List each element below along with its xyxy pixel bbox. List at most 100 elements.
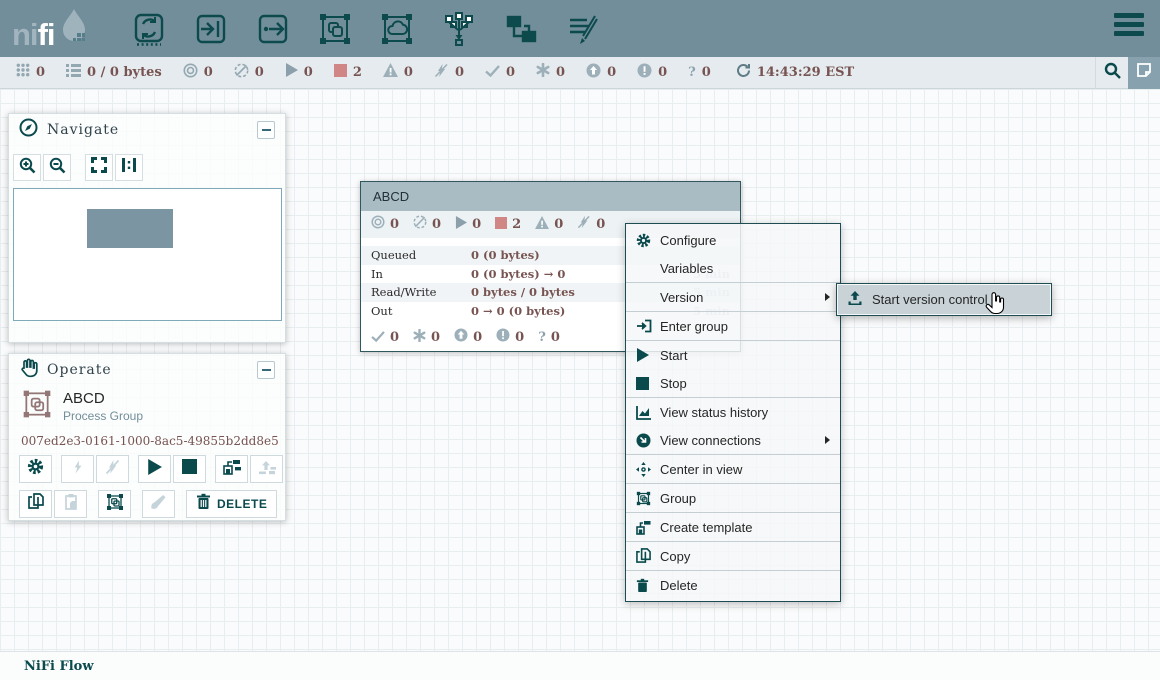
process-group-tool-icon[interactable] (317, 10, 353, 48)
delete-button-label: DELETE (217, 497, 267, 511)
menu-item-start[interactable]: Start (626, 341, 840, 369)
logo-text-fi: fi (38, 19, 55, 50)
processor-tool-icon[interactable] (131, 10, 167, 48)
import-from-registry-button[interactable] (215, 455, 248, 483)
paste-icon (63, 493, 79, 515)
group-button[interactable] (98, 490, 131, 518)
output-port-tool-icon[interactable] (255, 10, 291, 48)
pg-stat-not-transmitting: 0 (413, 215, 441, 234)
template-tool-icon[interactable] (503, 10, 539, 48)
navigate-collapse-button[interactable] (257, 121, 275, 139)
not-transmitting-icon (413, 215, 427, 234)
zoom-actual-size-button[interactable] (115, 154, 143, 181)
menu-item-variables[interactable]: Variables (626, 254, 840, 282)
copy-icon (28, 493, 44, 515)
stop-icon (182, 459, 197, 479)
status-queued: 0 / 0 bytes (66, 64, 162, 82)
delete-button[interactable]: DELETE (186, 490, 277, 518)
enable-button[interactable] (61, 455, 94, 483)
zoom-fit-button[interactable] (85, 154, 113, 181)
menu-item-group[interactable]: Group (626, 484, 840, 512)
sync-failure-icon: ? (688, 65, 696, 80)
disable-button[interactable] (96, 455, 129, 483)
gear-icon (27, 458, 44, 480)
menu-item-version[interactable]: Version (626, 283, 840, 311)
menu-item-configure[interactable]: Configure (626, 226, 840, 254)
running-icon (455, 216, 467, 234)
actual-size-icon (121, 157, 137, 178)
transmitting-icon (183, 63, 198, 83)
pg-footer-locally-modified: 0 (413, 329, 440, 347)
menu-item-copy[interactable]: Copy (626, 542, 840, 570)
breadcrumb-root[interactable]: NiFi Flow (24, 659, 94, 674)
registry-import-icon (223, 459, 241, 480)
zoom-out-button[interactable] (43, 154, 71, 181)
play-icon (636, 348, 660, 362)
compass-icon (19, 118, 38, 142)
navigate-palette: Navigate (8, 113, 286, 343)
version-submenu: Start version control (836, 283, 1052, 316)
queued-icon (66, 64, 81, 82)
up-to-date-icon (485, 64, 500, 82)
invalid-icon (383, 63, 398, 82)
menu-item-enter-group[interactable]: Enter group (626, 312, 840, 340)
locally-modified-icon (413, 329, 426, 347)
menu-item-view-status-history[interactable]: View status history (626, 398, 840, 426)
navigate-buttons (13, 154, 285, 181)
center-in-view-icon (636, 462, 660, 477)
process-group-name: ABCD (373, 189, 409, 204)
menu-item-view-connections[interactable]: View connections (626, 426, 840, 454)
navigate-title: Navigate (47, 122, 119, 138)
menu-item-center-in-view[interactable]: Center in view (626, 455, 840, 483)
birdseye-toggle-button[interactable] (1128, 57, 1160, 89)
status-refresh[interactable]: 14:43:29 EST (736, 63, 854, 83)
search-button[interactable] (1095, 57, 1128, 89)
registry-upload-icon (258, 459, 276, 480)
pg-footer-sync-failure: ? 0 (538, 330, 560, 345)
lightning-slash-icon (105, 459, 120, 480)
trash-icon (636, 578, 660, 593)
navigate-header: Navigate (9, 114, 285, 146)
menu-item-stop[interactable]: Stop (626, 369, 840, 397)
upload-icon (847, 290, 863, 309)
status-not-transmitting: 0 (234, 63, 264, 83)
paintbrush-icon (150, 494, 167, 515)
input-port-tool-icon[interactable] (193, 10, 229, 48)
pg-stat-invalid: 0 (535, 216, 563, 234)
operate-selection: ABCD Process Group (21, 388, 275, 425)
copy-button[interactable] (19, 490, 52, 518)
menu-item-start-version-control[interactable]: Start version control (838, 285, 1050, 314)
global-menu-button[interactable] (1114, 13, 1144, 36)
fill-color-button[interactable] (142, 490, 175, 518)
trash-icon (196, 493, 211, 515)
funnel-tool-icon[interactable] (441, 10, 477, 48)
label-tool-icon[interactable] (565, 10, 601, 48)
configure-button[interactable] (19, 455, 52, 483)
chart-icon (636, 405, 660, 420)
remote-process-group-tool-icon[interactable] (379, 10, 415, 48)
locally-modified-icon (536, 63, 550, 82)
stop-button[interactable] (173, 455, 206, 483)
lightning-icon (71, 459, 85, 480)
gear-icon (636, 233, 660, 248)
submenu-arrow-icon (825, 293, 830, 301)
process-group-header[interactable]: ABCD (361, 182, 740, 211)
paste-button[interactable] (54, 490, 87, 518)
zoom-in-button[interactable] (13, 154, 41, 181)
status-locally-modified-stale: 0 (637, 63, 667, 83)
statusbar-right (1095, 57, 1160, 89)
stale-icon (454, 328, 468, 347)
menu-item-delete[interactable]: Delete (626, 571, 840, 599)
operate-title: Operate (47, 362, 112, 378)
operate-collapse-button[interactable] (257, 361, 275, 379)
commit-to-registry-button[interactable] (250, 455, 283, 483)
pg-stat-stopped: 2 (495, 216, 521, 234)
menu-item-create-template[interactable]: Create template (626, 513, 840, 541)
pg-footer-stale: 0 (454, 328, 482, 347)
zoom-fit-icon (91, 157, 107, 178)
group-icon (636, 491, 660, 506)
birdseye-minimap[interactable] (13, 188, 282, 321)
start-button[interactable] (138, 455, 171, 483)
submenu-arrow-icon (825, 436, 830, 444)
transmitting-icon (371, 215, 385, 234)
